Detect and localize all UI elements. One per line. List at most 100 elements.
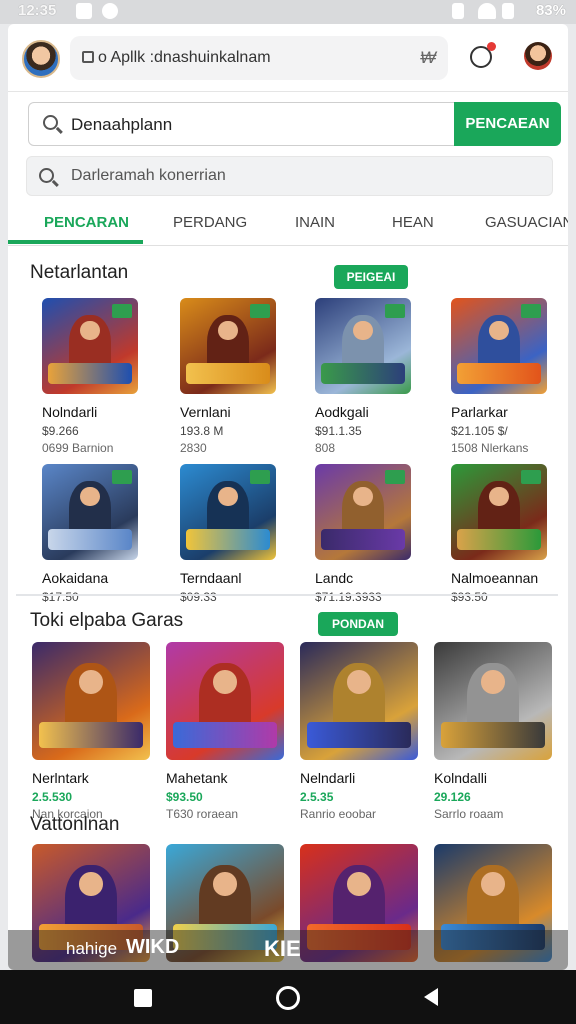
app-price: $93.50 bbox=[451, 590, 488, 604]
account-avatar[interactable] bbox=[524, 42, 552, 70]
section-divider bbox=[16, 594, 558, 596]
battery-level: 83% bbox=[535, 2, 566, 19]
overlay-text-mid: WIKD bbox=[126, 936, 180, 958]
app-name: Nerlntark bbox=[32, 770, 89, 786]
tab-gasuacian[interactable]: GASUACIAN bbox=[485, 214, 568, 231]
title-logo-art bbox=[307, 722, 411, 749]
app-price: $93.50 bbox=[166, 790, 203, 804]
search-value: Denaahplann bbox=[71, 115, 173, 134]
app-card[interactable]: Nolndarli $9.266 0699 Barnion bbox=[42, 298, 138, 455]
app-card[interactable]: Nerlntark 2.5.530 Nan korcaion bbox=[32, 642, 150, 821]
title-logo-art bbox=[456, 363, 542, 385]
game-thumbnail[interactable] bbox=[315, 298, 411, 394]
media-overlay: hahige WIKD KIE bbox=[8, 930, 568, 970]
app-subtitle: Sarrlo roaam bbox=[434, 807, 504, 821]
notification-bell-icon[interactable] bbox=[470, 42, 496, 68]
section-action-button[interactable]: PONDAN bbox=[318, 612, 398, 636]
rating-badge-icon bbox=[521, 304, 541, 318]
character-face bbox=[79, 872, 103, 896]
app-subtitle: 808 bbox=[315, 441, 336, 455]
store-bag-icon bbox=[82, 51, 94, 63]
character-face bbox=[79, 670, 103, 694]
app-card[interactable]: Vernlani 193.8 M 2830 bbox=[180, 298, 276, 455]
game-thumbnail[interactable] bbox=[180, 464, 276, 560]
game-thumbnail[interactable] bbox=[315, 464, 411, 560]
game-thumbnail[interactable] bbox=[451, 464, 547, 560]
status-time: 12:35 bbox=[18, 2, 57, 19]
title-logo-art bbox=[320, 529, 406, 551]
search-icon bbox=[43, 115, 58, 130]
app-subtitle: T630 roraean bbox=[166, 807, 239, 821]
app-card[interactable]: Mahetank $93.50 T630 roraean bbox=[166, 642, 284, 821]
app-price: 2.5.530 bbox=[32, 790, 73, 804]
app-subtitle: 2830 bbox=[180, 441, 207, 455]
title-logo-art bbox=[47, 363, 133, 385]
app-card[interactable]: Nelndarli 2.5.35 Ranrio eoobar bbox=[300, 642, 418, 821]
app-card[interactable]: Kolndalli 29.126 Sarrlo roaam bbox=[434, 642, 552, 821]
game-thumbnail[interactable] bbox=[166, 642, 284, 760]
app-subtitle: 1508 Nlerkans bbox=[451, 441, 529, 455]
app-name: Nalmoeannan bbox=[451, 570, 539, 586]
app-card[interactable]: Parlarkar $21.105 $/ 1508 Nlerkans bbox=[451, 298, 547, 455]
app-card[interactable]: Aodkgali $91.1.35 808 bbox=[315, 298, 411, 455]
app-price: 193.8 M bbox=[180, 424, 224, 438]
active-tab-indicator bbox=[8, 240, 143, 244]
section-action-button[interactable]: PEIGEAI bbox=[334, 265, 408, 289]
app-card[interactable]: Nalmoeannan $93.50 bbox=[451, 464, 547, 604]
app-title-field[interactable]: o Apllk :dnashuinkalnam ₩ bbox=[70, 36, 448, 80]
top-app-bar: o Apllk :dnashuinkalnam ₩ bbox=[8, 24, 568, 92]
overlay-text-left: hahige bbox=[66, 939, 118, 958]
character-face bbox=[213, 670, 237, 694]
app-price: $21.105 $/ bbox=[451, 424, 508, 438]
game-thumbnail[interactable] bbox=[32, 642, 150, 760]
section-title-toki: Toki elpaba Garas bbox=[30, 610, 184, 631]
game-thumbnail[interactable] bbox=[42, 298, 138, 394]
currency-icon[interactable]: ₩ bbox=[420, 48, 436, 68]
search-input[interactable]: Denaahplann bbox=[28, 102, 456, 146]
game-thumbnail[interactable] bbox=[300, 642, 418, 760]
app-price: $9.266 bbox=[42, 424, 79, 438]
game-thumbnail[interactable] bbox=[434, 642, 552, 760]
title-logo-art bbox=[185, 363, 271, 385]
character-face bbox=[481, 670, 505, 694]
app-price: $17.50 bbox=[42, 590, 79, 604]
secondary-search-input[interactable]: Darleramah konerrian bbox=[26, 156, 553, 196]
tab-pencaran[interactable]: PENCARAN bbox=[44, 214, 129, 231]
tab-perdang[interactable]: PERDANG bbox=[173, 214, 247, 231]
search-button[interactable]: PENCAEAN bbox=[454, 102, 561, 146]
title-logo-art bbox=[441, 722, 545, 749]
app-window: o Apllk :dnashuinkalnam ₩ Denaahplann PE… bbox=[8, 24, 568, 970]
app-title: o Apllk :dnashuinkalnam bbox=[98, 49, 271, 66]
recents-icon[interactable] bbox=[134, 989, 152, 1007]
vibrate-icon bbox=[452, 3, 464, 19]
game-thumbnail[interactable] bbox=[42, 464, 138, 560]
character-face bbox=[489, 487, 509, 507]
app-price: $91.1.35 bbox=[315, 424, 362, 438]
wifi-icon bbox=[478, 3, 496, 19]
game-thumbnail[interactable] bbox=[180, 298, 276, 394]
notification-dot bbox=[487, 42, 496, 51]
game-thumbnail[interactable] bbox=[451, 298, 547, 394]
app-name: Aodkgali bbox=[315, 404, 369, 420]
overlay-text-right: KIE bbox=[264, 936, 301, 961]
signal-icon bbox=[502, 3, 514, 19]
character-face bbox=[218, 487, 238, 507]
app-card[interactable]: Aokaidana $17.50 bbox=[42, 464, 138, 604]
back-icon[interactable] bbox=[424, 988, 438, 1006]
title-logo-art bbox=[456, 529, 542, 551]
character-face bbox=[347, 872, 371, 896]
home-icon[interactable] bbox=[276, 986, 300, 1010]
app-card[interactable]: Terndaanl $09.33 bbox=[180, 464, 276, 604]
rating-badge-icon bbox=[385, 470, 405, 484]
profile-avatar[interactable] bbox=[22, 40, 60, 78]
tab-inain[interactable]: INAIN bbox=[295, 214, 335, 231]
character-face bbox=[213, 872, 237, 896]
status-bar: 12:35 83% bbox=[0, 0, 576, 24]
app-name: Aokaidana bbox=[42, 570, 109, 586]
section-title-netarlantan: Netarlantan bbox=[30, 262, 129, 283]
tab-hean[interactable]: HEAN bbox=[392, 214, 434, 231]
app-name: Nolndarli bbox=[42, 404, 98, 420]
app-card[interactable]: Landc $71.19.3933 bbox=[315, 464, 411, 604]
character-face bbox=[481, 872, 505, 896]
title-logo-art bbox=[39, 722, 143, 749]
